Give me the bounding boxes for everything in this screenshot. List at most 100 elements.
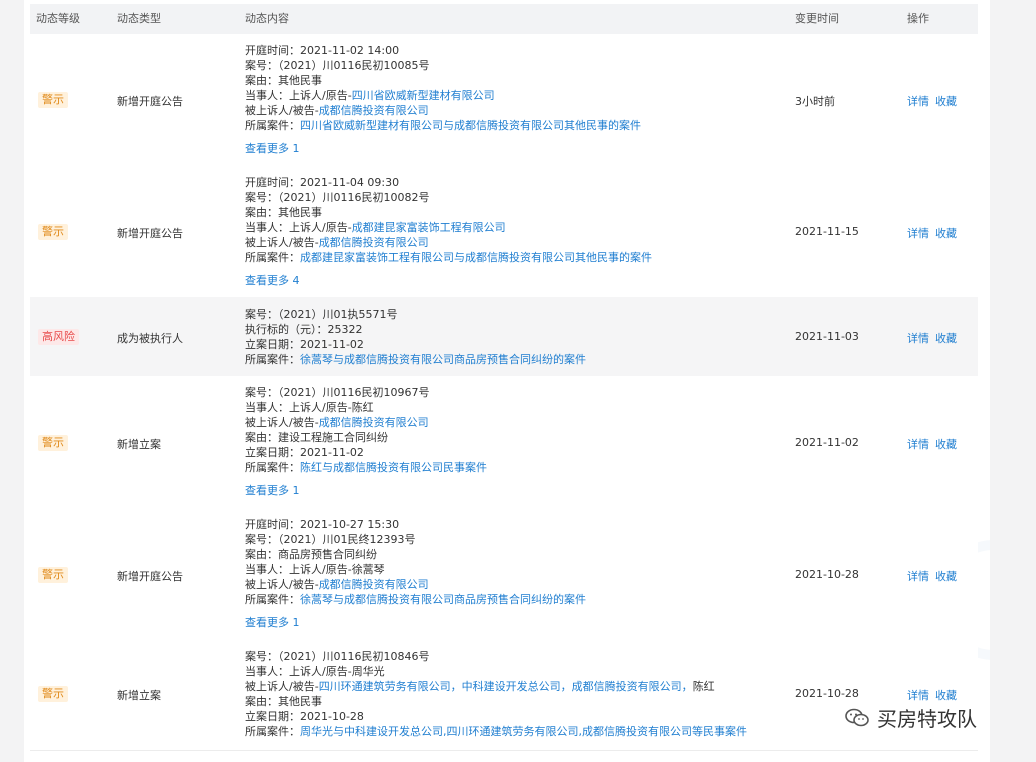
- type-cell: 新增开庭公告: [117, 570, 183, 583]
- detail-button[interactable]: 详情: [907, 95, 929, 108]
- line-value: 周华光: [351, 665, 385, 678]
- line-value: 其他民事: [278, 74, 322, 87]
- line-label: 所属案件：: [245, 725, 300, 738]
- type-cell: 新增开庭公告: [117, 227, 183, 240]
- time-cell: 2021-11-02: [795, 436, 859, 449]
- level-cell: 警示: [38, 567, 68, 583]
- content-line: 执行标的（元）：25322: [245, 322, 586, 337]
- line-label: 被上诉人/被告-: [245, 578, 319, 591]
- line-label: 开庭时间：: [245, 176, 300, 189]
- view-more-link[interactable]: 查看更多 4: [245, 273, 652, 288]
- content-cell: 开庭时间：2021-11-04 09:30 案号：（2021）川0116民初100…: [245, 175, 652, 288]
- entity-link[interactable]: 成都建昆家富装饰工程有限公司: [352, 221, 506, 234]
- content-line: 案号：（2021）川0116民初10085号: [245, 58, 641, 73]
- collect-button[interactable]: 收藏: [935, 95, 957, 108]
- content-line: 立案日期：2021-11-02: [245, 337, 586, 352]
- table-header: 动态等级 动态类型 动态内容 变更时间 操作: [30, 4, 978, 34]
- line-label: 案号：: [245, 533, 278, 546]
- collect-button[interactable]: 收藏: [935, 227, 957, 240]
- content-line: 所属案件：周华光与中科建设开发总公司,四川环通建筑劳务有限公司,成都信腾投资有限…: [245, 724, 747, 739]
- line-value: 2021-11-04 09:30: [300, 176, 400, 189]
- content-line: 案号：（2021）川0116民初10082号: [245, 190, 652, 205]
- content-line: 所属案件：陈红与成都信腾投资有限公司民事案件: [245, 460, 487, 475]
- content-line: 案由：其他民事: [245, 73, 641, 88]
- line-label: 案由：: [245, 695, 278, 708]
- detail-button[interactable]: 详情: [907, 332, 929, 345]
- view-more-link[interactable]: 查看更多 1: [245, 141, 641, 156]
- content-line: 当事人：上诉人/原告-徐蒿琴: [245, 562, 586, 577]
- time-cell: 2021-10-28: [795, 568, 859, 581]
- detail-button[interactable]: 详情: [907, 689, 929, 702]
- line-value: 其他民事: [278, 206, 322, 219]
- detail-button[interactable]: 详情: [907, 227, 929, 240]
- entity-link[interactable]: 四川环通建筑劳务有限公司，中科建设开发总公司，成都信腾投资有限公司，: [319, 680, 693, 693]
- col-type-header: 动态类型: [117, 12, 161, 25]
- collect-button[interactable]: 收藏: [935, 689, 957, 702]
- view-more-link[interactable]: 查看更多 1: [245, 483, 487, 498]
- table-row: 警示 新增开庭公告 开庭时间：2021-10-27 15:30 案号：（2021）川0…: [30, 508, 978, 641]
- line-label: 案号：: [245, 59, 278, 72]
- line-label: 案号：: [245, 650, 278, 663]
- content-line: 立案日期：2021-11-02: [245, 445, 487, 460]
- wechat-badge: 买房特攻队: [845, 703, 977, 732]
- entity-link[interactable]: 周华光与中科建设开发总公司,四川环通建筑劳务有限公司,成都信腾投资有限公司等民事…: [300, 725, 747, 738]
- ops-cell: 详情 收藏: [907, 225, 963, 241]
- entity-link[interactable]: 成都信腾投资有限公司: [319, 236, 429, 249]
- detail-button[interactable]: 详情: [907, 438, 929, 451]
- level-badge: 警示: [38, 686, 68, 702]
- entity-link[interactable]: 四川省欧威新型建材有限公司与成都信腾投资有限公司其他民事的案件: [300, 119, 641, 132]
- content-line: 开庭时间：2021-11-02 14:00: [245, 43, 641, 58]
- entity-link[interactable]: 徐蒿琴与成都信腾投资有限公司商品房预售合同纠纷的案件: [300, 593, 586, 606]
- content-line: 被上诉人/被告-成都信腾投资有限公司: [245, 103, 641, 118]
- line-label: 所属案件：: [245, 593, 300, 606]
- type-cell: 成为被执行人: [117, 332, 183, 345]
- type-cell: 新增开庭公告: [117, 95, 183, 108]
- col-ops-header: 操作: [907, 12, 929, 25]
- entity-link[interactable]: 成都建昆家富装饰工程有限公司与成都信腾投资有限公司其他民事的案件: [300, 251, 652, 264]
- content-line: 案由：商品房预售合同纠纷: [245, 547, 586, 562]
- line-label: 被上诉人/被告-: [245, 680, 319, 693]
- line-label: 被上诉人/被告-: [245, 416, 319, 429]
- line-value: （2021）川0116民初10967号: [278, 386, 430, 399]
- type-cell: 新增立案: [117, 689, 161, 702]
- content-line: 当事人：上诉人/原告-周华光: [245, 664, 747, 679]
- table-row: 警示 新增立案 案号：（2021）川0116民初10846号 当事人：上诉人/原告-周…: [30, 640, 978, 751]
- line-value: （2021）川01执5571号: [278, 308, 398, 321]
- level-cell: 高风险: [38, 329, 79, 345]
- collect-button[interactable]: 收藏: [935, 332, 957, 345]
- content-line: 被上诉人/被告-成都信腾投资有限公司: [245, 415, 487, 430]
- line-value: 2021-11-02: [300, 446, 364, 459]
- content-line: 案号：（2021）川01民终12393号: [245, 532, 586, 547]
- content-cell: 案号：（2021）川01执5571号 执行标的（元）：25322 立案日期：2021…: [245, 307, 586, 367]
- line-value: 其他民事: [278, 695, 322, 708]
- content-line: 所属案件：徐蒿琴与成都信腾投资有限公司商品房预售合同纠纷的案件: [245, 352, 586, 367]
- line-value: （2021）川0116民初10082号: [278, 191, 430, 204]
- content-line: 开庭时间：2021-11-04 09:30: [245, 175, 652, 190]
- entity-link[interactable]: 成都信腾投资有限公司: [319, 416, 429, 429]
- content-cell: 开庭时间：2021-10-27 15:30 案号：（2021）川01民终12393…: [245, 517, 586, 630]
- collect-button[interactable]: 收藏: [935, 438, 957, 451]
- line-value: 徐蒿琴: [351, 563, 385, 576]
- level-cell: 警示: [38, 224, 68, 240]
- collect-button[interactable]: 收藏: [935, 570, 957, 583]
- content-line: 当事人：上诉人/原告-成都建昆家富装饰工程有限公司: [245, 220, 652, 235]
- line-label: 案由：: [245, 206, 278, 219]
- entity-link[interactable]: 成都信腾投资有限公司: [319, 578, 429, 591]
- line-value: （2021）川01民终12393号: [278, 533, 416, 546]
- ops-cell: 详情 收藏: [907, 687, 963, 703]
- entity-link[interactable]: 四川省欧威新型建材有限公司: [352, 89, 495, 102]
- entity-link[interactable]: 成都信腾投资有限公司: [319, 104, 429, 117]
- line-label: 所属案件：: [245, 461, 300, 474]
- entity-link[interactable]: 徐蒿琴与成都信腾投资有限公司商品房预售合同纠纷的案件: [300, 353, 586, 366]
- line-label: 所属案件：: [245, 119, 300, 132]
- col-time-header: 变更时间: [795, 12, 839, 25]
- level-cell: 警示: [38, 686, 68, 702]
- line-label: 当事人：上诉人/原告-: [245, 221, 352, 234]
- view-more-link[interactable]: 查看更多 1: [245, 615, 586, 630]
- detail-button[interactable]: 详情: [907, 570, 929, 583]
- entity-link[interactable]: 陈红与成都信腾投资有限公司民事案件: [300, 461, 487, 474]
- line-value: （2021）川0116民初10846号: [278, 650, 430, 663]
- content-line: 当事人：上诉人/原告-陈红: [245, 400, 487, 415]
- line-label: 当事人：上诉人/原告-: [245, 89, 352, 102]
- line-label: 案由：: [245, 548, 278, 561]
